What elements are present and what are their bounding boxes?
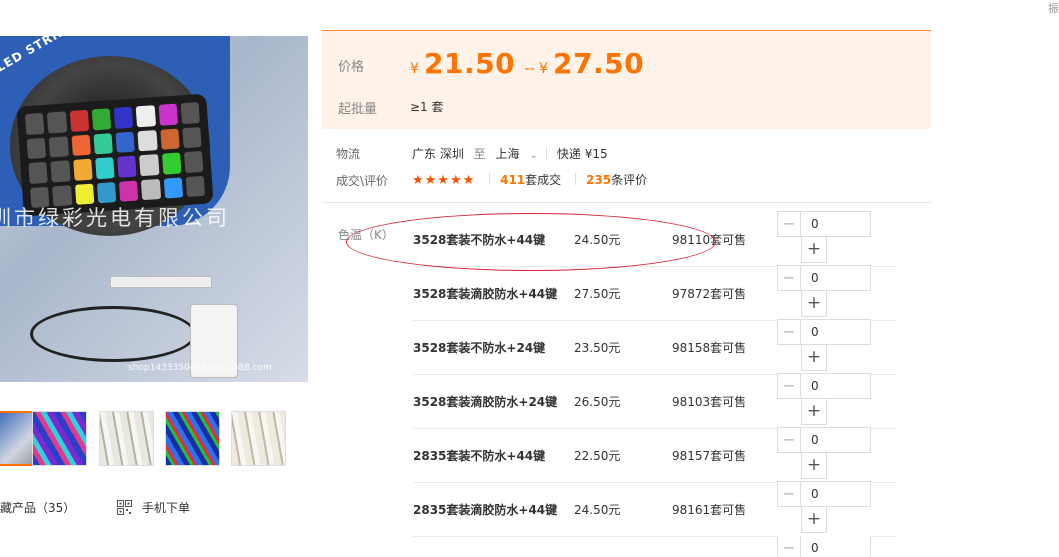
sku-row: 2835套装滴胶防水+44键 24.50元 98161套可售 − 0 +	[413, 481, 897, 537]
quantity-input[interactable]: 0	[801, 373, 871, 399]
sku-name: 3528套装滴胶防水+24键	[413, 395, 558, 409]
thumbnail-5[interactable]	[231, 411, 286, 466]
sku-price: 26.50元	[574, 395, 621, 409]
price-label: 价格	[338, 60, 365, 75]
sku-stock: 98161套可售	[672, 503, 747, 517]
quantity-input[interactable]: 0	[801, 211, 871, 237]
decrement-button[interactable]: −	[777, 481, 801, 507]
sku-row: 3528套装不防水+44键 24.50元 98110套可售 − 0 +	[413, 211, 897, 267]
quantity-stepper: − 0 +	[777, 265, 871, 319]
sku-price: 24.50元	[574, 233, 621, 247]
section-divider	[322, 202, 931, 203]
logistics-label: 物流	[336, 147, 361, 161]
quantity-stepper: − 0	[777, 536, 871, 557]
mobile-order-label: 手机下单	[142, 501, 191, 515]
sku-label: 色温（K）	[338, 228, 394, 242]
logistics-row: 广东 深圳 至 上海 ⌄ 快递 ¥15	[412, 145, 608, 162]
currency-symbol: ¥	[539, 61, 548, 77]
decrement-button[interactable]: −	[777, 319, 801, 345]
image-watermark: 圳市绿彩光电有限公司	[0, 206, 230, 230]
sku-stock: 98157套可售	[672, 449, 747, 463]
main-product-image[interactable]: LED STRIP 圳市绿彩光电有限公司 shop1433350456160.1…	[0, 36, 308, 382]
sku-stock: 97872套可售	[672, 287, 747, 301]
price-panel: 价格 ¥ 21.50 -- ¥ 27.50 起批量 ≥1 套	[322, 30, 931, 129]
sku-name: 3528套装不防水+24键	[413, 341, 546, 355]
ship-to-select[interactable]: 上海	[496, 147, 520, 161]
currency-symbol: ¥	[410, 61, 419, 77]
quantity-stepper: − 0 +	[777, 211, 871, 265]
sku-price: 23.50元	[574, 341, 621, 355]
rating-stars-icon: ★★★★★	[412, 173, 476, 188]
price-separator: --	[524, 59, 536, 77]
thumbnail-2[interactable]	[32, 411, 87, 466]
sku-row: 3528套装滴胶防水+44键 27.50元 97872套可售 − 0 +	[413, 265, 897, 321]
quantity-stepper: − 0 +	[777, 481, 871, 535]
decrement-button[interactable]: −	[777, 536, 801, 557]
divider	[489, 173, 491, 185]
increment-button[interactable]: +	[801, 399, 827, 425]
image-shop-mark: shop1433350456160.1588.com	[128, 363, 272, 373]
decrement-button[interactable]: −	[777, 427, 801, 453]
quantity-stepper: − 0 +	[777, 427, 871, 481]
to-word: 至	[473, 147, 486, 161]
sku-price: 27.50元	[574, 287, 621, 301]
sku-row: 3528套装不防水+24键 23.50元 98158套可售 − 0 +	[413, 319, 897, 375]
deal-count[interactable]: 411	[500, 173, 525, 187]
increment-button[interactable]: +	[801, 345, 827, 371]
sku-name: 3528套装滴胶防水+44键	[413, 287, 558, 301]
increment-button[interactable]: +	[801, 291, 827, 317]
mobile-order-link[interactable]: 手机下单	[117, 499, 190, 516]
sku-row: 3528套装滴胶防水+24键 26.50元 98103套可售 − 0 +	[413, 373, 897, 429]
increment-button[interactable]: +	[801, 507, 827, 533]
divider	[575, 173, 577, 185]
divider	[545, 147, 547, 159]
price-range: ¥ 21.50 -- ¥ 27.50	[410, 47, 644, 80]
sku-name: 3528套装不防水+44键	[413, 233, 546, 247]
sku-price: 24.50元	[574, 503, 621, 517]
sku-row: − 0	[413, 536, 897, 557]
quantity-input[interactable]: 0	[801, 265, 871, 291]
quantity-input[interactable]: 0	[801, 536, 871, 557]
decrement-button[interactable]: −	[777, 211, 801, 237]
increment-button[interactable]: +	[801, 237, 827, 263]
sku-stock: 98110套可售	[672, 233, 747, 247]
sku-stock: 98103套可售	[672, 395, 747, 409]
quantity-input[interactable]: 0	[801, 427, 871, 453]
quantity-stepper: − 0 +	[777, 373, 871, 427]
decrement-button[interactable]: −	[777, 265, 801, 291]
sku-row: 2835套装不防水+44键 22.50元 98157套可售 − 0 +	[413, 427, 897, 483]
qr-code-icon	[117, 500, 132, 515]
quantity-input[interactable]: 0	[801, 481, 871, 507]
sku-price: 22.50元	[574, 449, 621, 463]
sku-name: 2835套装滴胶防水+44键	[413, 503, 558, 517]
moq-label: 起批量	[338, 102, 378, 117]
thumbnail-4[interactable]	[165, 411, 220, 466]
price-low: 21.50	[424, 47, 516, 80]
photo-connector	[110, 276, 212, 288]
photo-cable	[30, 306, 196, 362]
deals-row: ★★★★★ 411套成交 235条评价	[412, 171, 647, 188]
review-suffix: 条评价	[611, 173, 648, 187]
quantity-input[interactable]: 0	[801, 319, 871, 345]
collect-products-link[interactable]: 藏产品（35）	[0, 499, 75, 516]
photo-remote-control	[16, 93, 214, 217]
sku-stock: 98158套可售	[672, 341, 747, 355]
deal-suffix: 套成交	[525, 173, 562, 187]
ship-from: 广东 深圳	[412, 147, 464, 161]
quantity-stepper: − 0 +	[777, 319, 871, 373]
decrement-button[interactable]: −	[777, 373, 801, 399]
price-high: 27.50	[553, 47, 645, 80]
review-count[interactable]: 235	[586, 173, 611, 187]
increment-button[interactable]: +	[801, 453, 827, 479]
sku-name: 2835套装不防水+44键	[413, 449, 546, 463]
moq-value: ≥1 套	[410, 100, 444, 114]
corner-character: 振	[1048, 2, 1059, 15]
shipping-fee: 快递 ¥15	[556, 147, 608, 161]
deals-label: 成交\评价	[336, 174, 389, 188]
thumbnail-3[interactable]	[99, 411, 154, 466]
chevron-down-icon[interactable]: ⌄	[530, 150, 538, 161]
